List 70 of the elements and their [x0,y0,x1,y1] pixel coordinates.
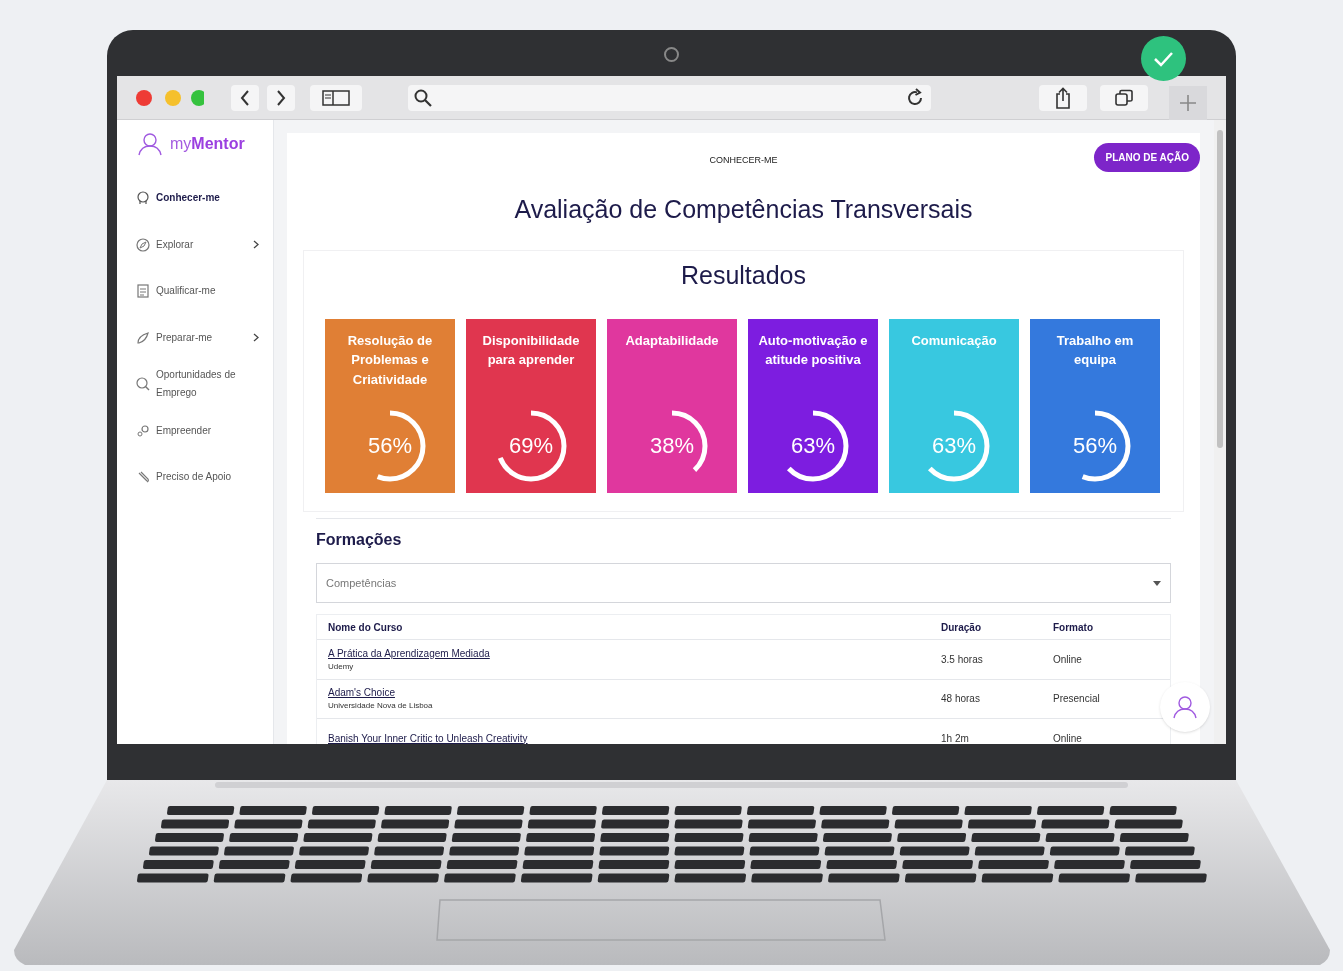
page-title: Avaliação de Competências Transversais [514,193,973,225]
results-title: Resultados [680,260,807,291]
course-provider: Udemy [328,660,355,673]
nav-item[interactable]: Empreender [117,407,273,454]
competencies-dropdown[interactable]: Competências [316,563,1171,603]
back-button[interactable] [230,84,259,111]
column-header: Formato [1053,620,1094,635]
menu-item-icon [136,423,150,438]
sidebar-toggle-button[interactable] [309,84,362,111]
brand-logo: myMentor [170,134,245,154]
sidebar-icon [321,89,350,106]
check-icon [1141,36,1186,81]
table-cell-text: 3.5 horas [941,652,984,667]
window-buttons-icon[interactable] [136,89,204,106]
user-icon [138,132,162,156]
score-value: 69% [508,432,553,460]
nav-item[interactable]: Oportunidades de Emprego [117,361,273,408]
chevron-icon [253,333,259,343]
plus-icon [1179,93,1197,112]
camera-icon [664,47,679,62]
menu-item-icon [136,237,150,252]
menu-item-icon [136,284,150,299]
score-value: 56% [1072,432,1117,460]
section-title: Formações [316,530,403,550]
menu-item-icon [136,377,150,392]
score-value: 63% [790,432,835,460]
column-header: Nome do Curso [327,620,404,635]
course-link[interactable]: Banish Your Inner Critic to Unleash Creativity [328,730,528,744]
nav-item[interactable]: Qualificar-me [117,268,273,315]
table-cell-text: Online [1053,731,1083,744]
scrollbar-thumb[interactable] [1217,130,1223,448]
score-value: 56% [367,432,412,460]
nav-item[interactable]: Conhecer-me [117,175,273,222]
table-cell-text: Online [1053,652,1083,667]
score-label: Trabalho em equipa [1055,331,1135,369]
section-label: CONHECER-ME [709,154,778,167]
score-value: 63% [931,432,976,460]
course-link[interactable]: A Prática da Aprendizagem Mediada [328,645,490,661]
share-icon [1054,86,1073,109]
tabs-icon [1114,88,1135,107]
course-link[interactable]: Adam's Choice [328,685,395,701]
menu-item-icon [136,330,150,345]
score-label: Auto-motivação e atitude positiva [757,331,869,369]
share-button[interactable] [1039,84,1088,111]
forward-button[interactable] [266,84,295,111]
chevron-icon [253,240,259,250]
score-label: Comunicação [911,331,997,350]
course-provider: Universidade Nova de Lisboa [328,700,434,713]
chevron-right-icon [274,88,287,107]
table-cell-text: 48 horas [941,692,981,707]
nav-item[interactable]: Preparar-me [117,314,273,361]
caret-icon [1153,580,1161,586]
table-cell-text: Presencial [1053,692,1101,707]
user-icon [1173,695,1197,719]
menu-item-icon [136,191,150,206]
search-icon [413,88,432,107]
tabs-button[interactable] [1100,84,1149,111]
menu-item-icon [136,470,150,485]
table-cell-text: 1h 2m [941,731,970,744]
score-label: Adaptabilidade [625,331,719,350]
dropdown-placeholder: Competências [326,575,397,591]
score-value: 38% [649,432,694,460]
scrollbar[interactable] [1214,120,1226,744]
column-header: Duração [941,620,982,635]
score-label: Resolução de Problemas e Criatividade [346,331,434,389]
chevron-left-icon [238,88,251,107]
action-plan-button[interactable]: PLANO DE AÇÃO [1094,143,1200,172]
score-label: Disponibilidade para aprender [481,331,581,369]
nav-item[interactable]: Explorar [117,221,273,268]
nav-item[interactable]: Preciso de Apoio [117,454,273,501]
